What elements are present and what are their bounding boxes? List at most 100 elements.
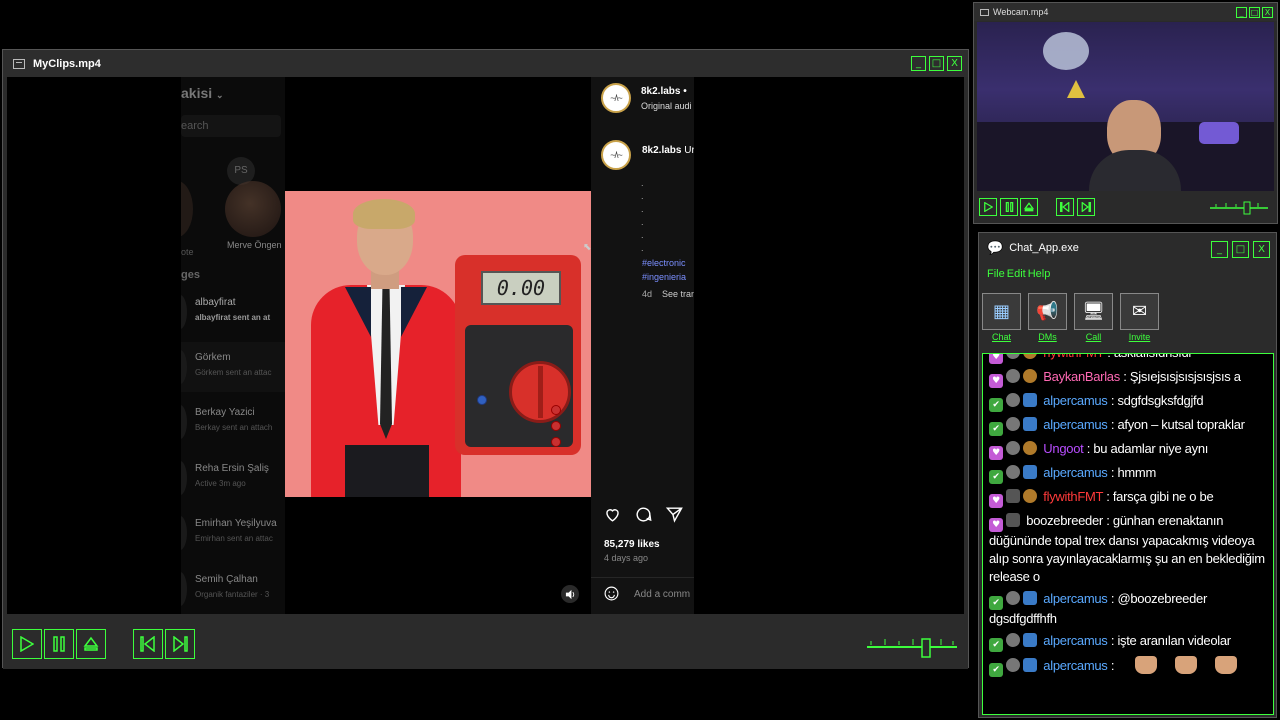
chat-message: ♥ flywithFMT : farsça gibi ne o be xyxy=(989,488,1267,508)
conversation-preview: albayfirat sent an at xyxy=(195,313,271,322)
chat-username[interactable]: BaykanBarlas xyxy=(1040,369,1120,384)
minimize-button[interactable]: _ xyxy=(1236,7,1247,18)
list-item[interactable]: Berkay Yazici Berkay sent an attach xyxy=(181,397,285,447)
conversation-name: Semih Çalhan xyxy=(195,574,258,585)
megaphone-icon: 📢 xyxy=(1028,293,1067,330)
dms-button[interactable]: 📢 DMs xyxy=(1028,293,1067,342)
chat-username[interactable]: alpercamus xyxy=(1040,393,1108,408)
minimize-button[interactable]: _ xyxy=(1211,241,1228,258)
heart-icon[interactable] xyxy=(603,505,622,524)
sub-heart-badge: ♥ xyxy=(989,354,1003,364)
hashtag-link[interactable]: #ingenieria xyxy=(642,272,686,282)
next-button[interactable] xyxy=(165,629,195,659)
close-button[interactable]: X xyxy=(947,56,962,71)
pause-button[interactable] xyxy=(1000,198,1018,216)
call-button[interactable]: 🖥 Call xyxy=(1074,293,1113,342)
close-button[interactable]: X xyxy=(1262,7,1273,18)
conversation-preview: Berkay sent an attach xyxy=(195,423,273,432)
see-translation-link[interactable]: See tran xyxy=(662,289,694,299)
webcam-titlebar[interactable]: Webcam.mp4 _ □ X xyxy=(974,3,1277,21)
conversation-name: albayfirat xyxy=(195,297,236,308)
avatar-badge xyxy=(1023,393,1037,407)
globe-badge xyxy=(1006,354,1020,359)
play-button[interactable] xyxy=(979,198,997,216)
previous-button[interactable] xyxy=(133,629,163,659)
divider xyxy=(591,577,694,578)
play-icon xyxy=(983,202,993,212)
chat-username[interactable]: alpercamus xyxy=(1040,465,1108,480)
avatar[interactable] xyxy=(181,181,193,237)
globe-badge xyxy=(1006,369,1020,383)
chat-username[interactable]: Ungoot xyxy=(1040,441,1083,456)
video-screen[interactable]: akisi ⌄ earch PS ote Merve Öngen ges alb… xyxy=(7,77,964,614)
probe-port xyxy=(551,437,561,447)
tool-label: DMs xyxy=(1038,332,1057,342)
eject-button[interactable] xyxy=(76,629,106,659)
skip-forward-icon xyxy=(1081,202,1091,212)
search-input[interactable]: earch xyxy=(181,115,281,137)
volume-slider[interactable] xyxy=(867,632,957,662)
maximize-button[interactable]: □ xyxy=(1249,7,1260,18)
chat-titlebar[interactable]: 💬 Chat_App.exe _ □ X xyxy=(979,233,1276,263)
globe-badge xyxy=(1006,633,1020,647)
chat-message: ♥ boozebreeder : günhan erenaktanın düğü… xyxy=(989,513,1265,584)
play-button[interactable] xyxy=(12,629,42,659)
next-button[interactable] xyxy=(1077,198,1095,216)
pause-button[interactable] xyxy=(44,629,74,659)
hashtag-link[interactable]: #electronic xyxy=(642,258,686,268)
previous-button[interactable] xyxy=(1056,198,1074,216)
reel-image[interactable]: 0.00 xyxy=(285,191,591,497)
avatar-badge xyxy=(1023,465,1037,479)
avatar-badge xyxy=(1006,489,1020,503)
maximize-button[interactable]: □ xyxy=(1232,241,1249,258)
volume-slider[interactable] xyxy=(1210,200,1268,216)
avatar[interactable]: ~/\~ xyxy=(601,140,631,170)
verified-badge: ✔ xyxy=(989,663,1003,677)
chat-username[interactable]: boozebreeder xyxy=(1023,513,1103,528)
chat-button[interactable]: ▦ Chat xyxy=(982,293,1021,342)
chat-username[interactable]: alpercamus xyxy=(1040,658,1108,673)
monitor-icon xyxy=(13,58,25,69)
post-author[interactable]: 8k2.labs • xyxy=(641,86,687,97)
avatar[interactable] xyxy=(225,181,281,237)
audio-link[interactable]: Original audi xyxy=(641,101,692,111)
radiation-sign-icon xyxy=(1067,80,1085,98)
speaker-icon[interactable] xyxy=(561,585,579,603)
share-icon[interactable] xyxy=(665,505,684,524)
emoji-icon[interactable] xyxy=(603,585,620,602)
chat-username[interactable]: flywithFMT xyxy=(1040,489,1103,504)
likes-count[interactable]: 85,279 likes xyxy=(604,539,660,550)
caption-author[interactable]: 8k2.labs Ur xyxy=(642,145,694,156)
avatar[interactable]: ~/\~ xyxy=(601,83,631,113)
list-item[interactable]: Reha Ersin Şaliş Active 3m ago xyxy=(181,453,285,503)
account-name[interactable]: akisi ⌄ xyxy=(181,85,224,101)
conversation-preview: Organik fantaziler · 3 xyxy=(195,590,270,599)
comment-input[interactable]: Add a comm xyxy=(634,589,690,600)
maximize-button[interactable]: □ xyxy=(929,56,944,71)
player-titlebar[interactable]: MyClips.mp4 _ □ X xyxy=(3,50,968,77)
comment-icon[interactable] xyxy=(634,505,653,524)
minimize-button[interactable]: _ xyxy=(911,56,926,71)
chat-username[interactable]: nywithFMT xyxy=(1040,354,1104,360)
chat-text: bu adamlar niye aynı xyxy=(1093,441,1209,456)
globe-badge xyxy=(1006,417,1020,431)
chat-username[interactable]: alpercamus xyxy=(1040,633,1108,648)
menu-help[interactable]: Help xyxy=(1028,268,1051,280)
close-button[interactable]: X xyxy=(1253,241,1270,258)
hand-emote-icon xyxy=(1175,656,1198,674)
chat-username[interactable]: alpercamus xyxy=(1040,591,1108,606)
invite-button[interactable]: ✉ Invite xyxy=(1120,293,1159,342)
menu-edit[interactable]: Edit xyxy=(1007,268,1026,280)
list-item[interactable]: Semih Çalhan Organik fantaziler · 3 xyxy=(181,564,285,614)
list-item[interactable]: Görkem Görkem sent an attac xyxy=(181,342,285,392)
eject-button[interactable] xyxy=(1020,198,1038,216)
list-item[interactable]: albayfirat albayfirat sent an at xyxy=(181,287,285,337)
menu-file[interactable]: File xyxy=(987,268,1005,280)
chat-username[interactable]: alpercamus xyxy=(1040,417,1108,432)
chat-window-icon: ▦ xyxy=(982,293,1021,330)
chat-text: Şjsıejsısjsısjsısjsıs a xyxy=(1129,369,1241,384)
list-item[interactable]: Emirhan Yeşilyuva Emirhan sent an attac xyxy=(181,508,285,558)
multimeter-display: 0.00 xyxy=(481,271,561,305)
conversation-preview: Active 3m ago xyxy=(195,479,246,488)
chat-log[interactable]: ♥ nywithFMT : asklafisfdnsfdl♥ BaykanBar… xyxy=(982,353,1274,715)
